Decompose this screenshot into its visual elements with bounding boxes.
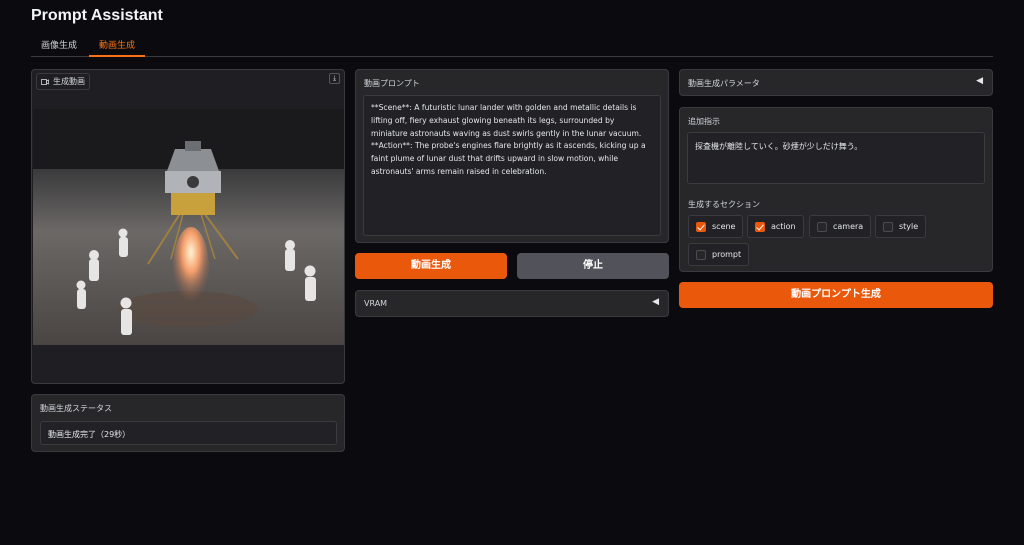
video-output-panel: 生成動画 ⤓: [31, 69, 345, 384]
section-checkbox-label: style: [899, 222, 919, 231]
video-thumbnail: [33, 109, 344, 345]
checkbox-checked-icon: [696, 221, 706, 232]
download-button[interactable]: ⤓: [329, 73, 340, 84]
video-camera-icon: [41, 78, 49, 85]
generate-video-button[interactable]: 動画生成: [355, 253, 507, 279]
instructions-panel: 追加指示 探査機が離陸していく。砂煙が少しだけ舞う。 生成するセクション sce…: [679, 107, 993, 272]
checkbox-unchecked-icon: [696, 249, 706, 260]
collapse-arrow-icon: ◀: [976, 76, 983, 86]
status-output: 動画生成完了（29秒）: [40, 421, 337, 445]
sections-label: 生成するセクション: [688, 200, 760, 209]
section-checkbox-label: scene: [712, 222, 736, 231]
section-checkbox-camera[interactable]: camera: [809, 215, 872, 238]
section-checkbox-label: action: [771, 222, 796, 231]
video-label-text: 生成動画: [53, 77, 85, 86]
video-params-label: 動画生成パラメータ: [688, 79, 760, 88]
instructions-label: 追加指示: [688, 117, 720, 126]
section-checkbox-prompt[interactable]: prompt: [688, 243, 750, 266]
vram-label: VRAM: [364, 299, 388, 308]
tab-image-generation[interactable]: 画像生成: [31, 38, 87, 57]
vram-accordion[interactable]: VRAM ◀: [355, 290, 669, 317]
video-prompt-panel: 動画プロンプト **Scene**: A futuristic lunar la…: [355, 69, 669, 243]
video-player[interactable]: [33, 109, 344, 345]
video-prompt-textarea[interactable]: **Scene**: A futuristic lunar lander wit…: [363, 95, 661, 236]
app-title: Prompt Assistant: [31, 7, 163, 24]
section-checkbox-scene[interactable]: scene: [688, 215, 744, 238]
video-label: 生成動画: [36, 73, 90, 90]
download-icon: ⤓: [332, 74, 337, 82]
checkbox-unchecked-icon: [883, 221, 893, 232]
status-panel: 動画生成ステータス 動画生成完了（29秒）: [31, 394, 345, 452]
section-checkbox-style[interactable]: style: [875, 215, 927, 238]
video-params-accordion[interactable]: 動画生成パラメータ ◀: [679, 69, 993, 96]
status-label: 動画生成ステータス: [40, 404, 112, 413]
section-checkbox-label: camera: [833, 222, 864, 231]
tab-video-generation[interactable]: 動画生成: [89, 38, 146, 57]
checkbox-unchecked-icon: [817, 221, 827, 232]
section-checkbox-label: prompt: [712, 250, 742, 259]
tab-bar: 画像生成 動画生成: [31, 38, 993, 57]
video-prompt-label: 動画プロンプト: [364, 79, 420, 88]
stop-button[interactable]: 停止: [517, 253, 669, 279]
checkbox-checked-icon: [755, 221, 765, 232]
section-checkbox-action[interactable]: action: [747, 215, 804, 238]
instructions-textarea[interactable]: 探査機が離陸していく。砂煙が少しだけ舞う。: [687, 132, 985, 184]
collapse-arrow-icon: ◀: [652, 297, 659, 307]
generate-video-prompt-button[interactable]: 動画プロンプト生成: [679, 282, 993, 308]
